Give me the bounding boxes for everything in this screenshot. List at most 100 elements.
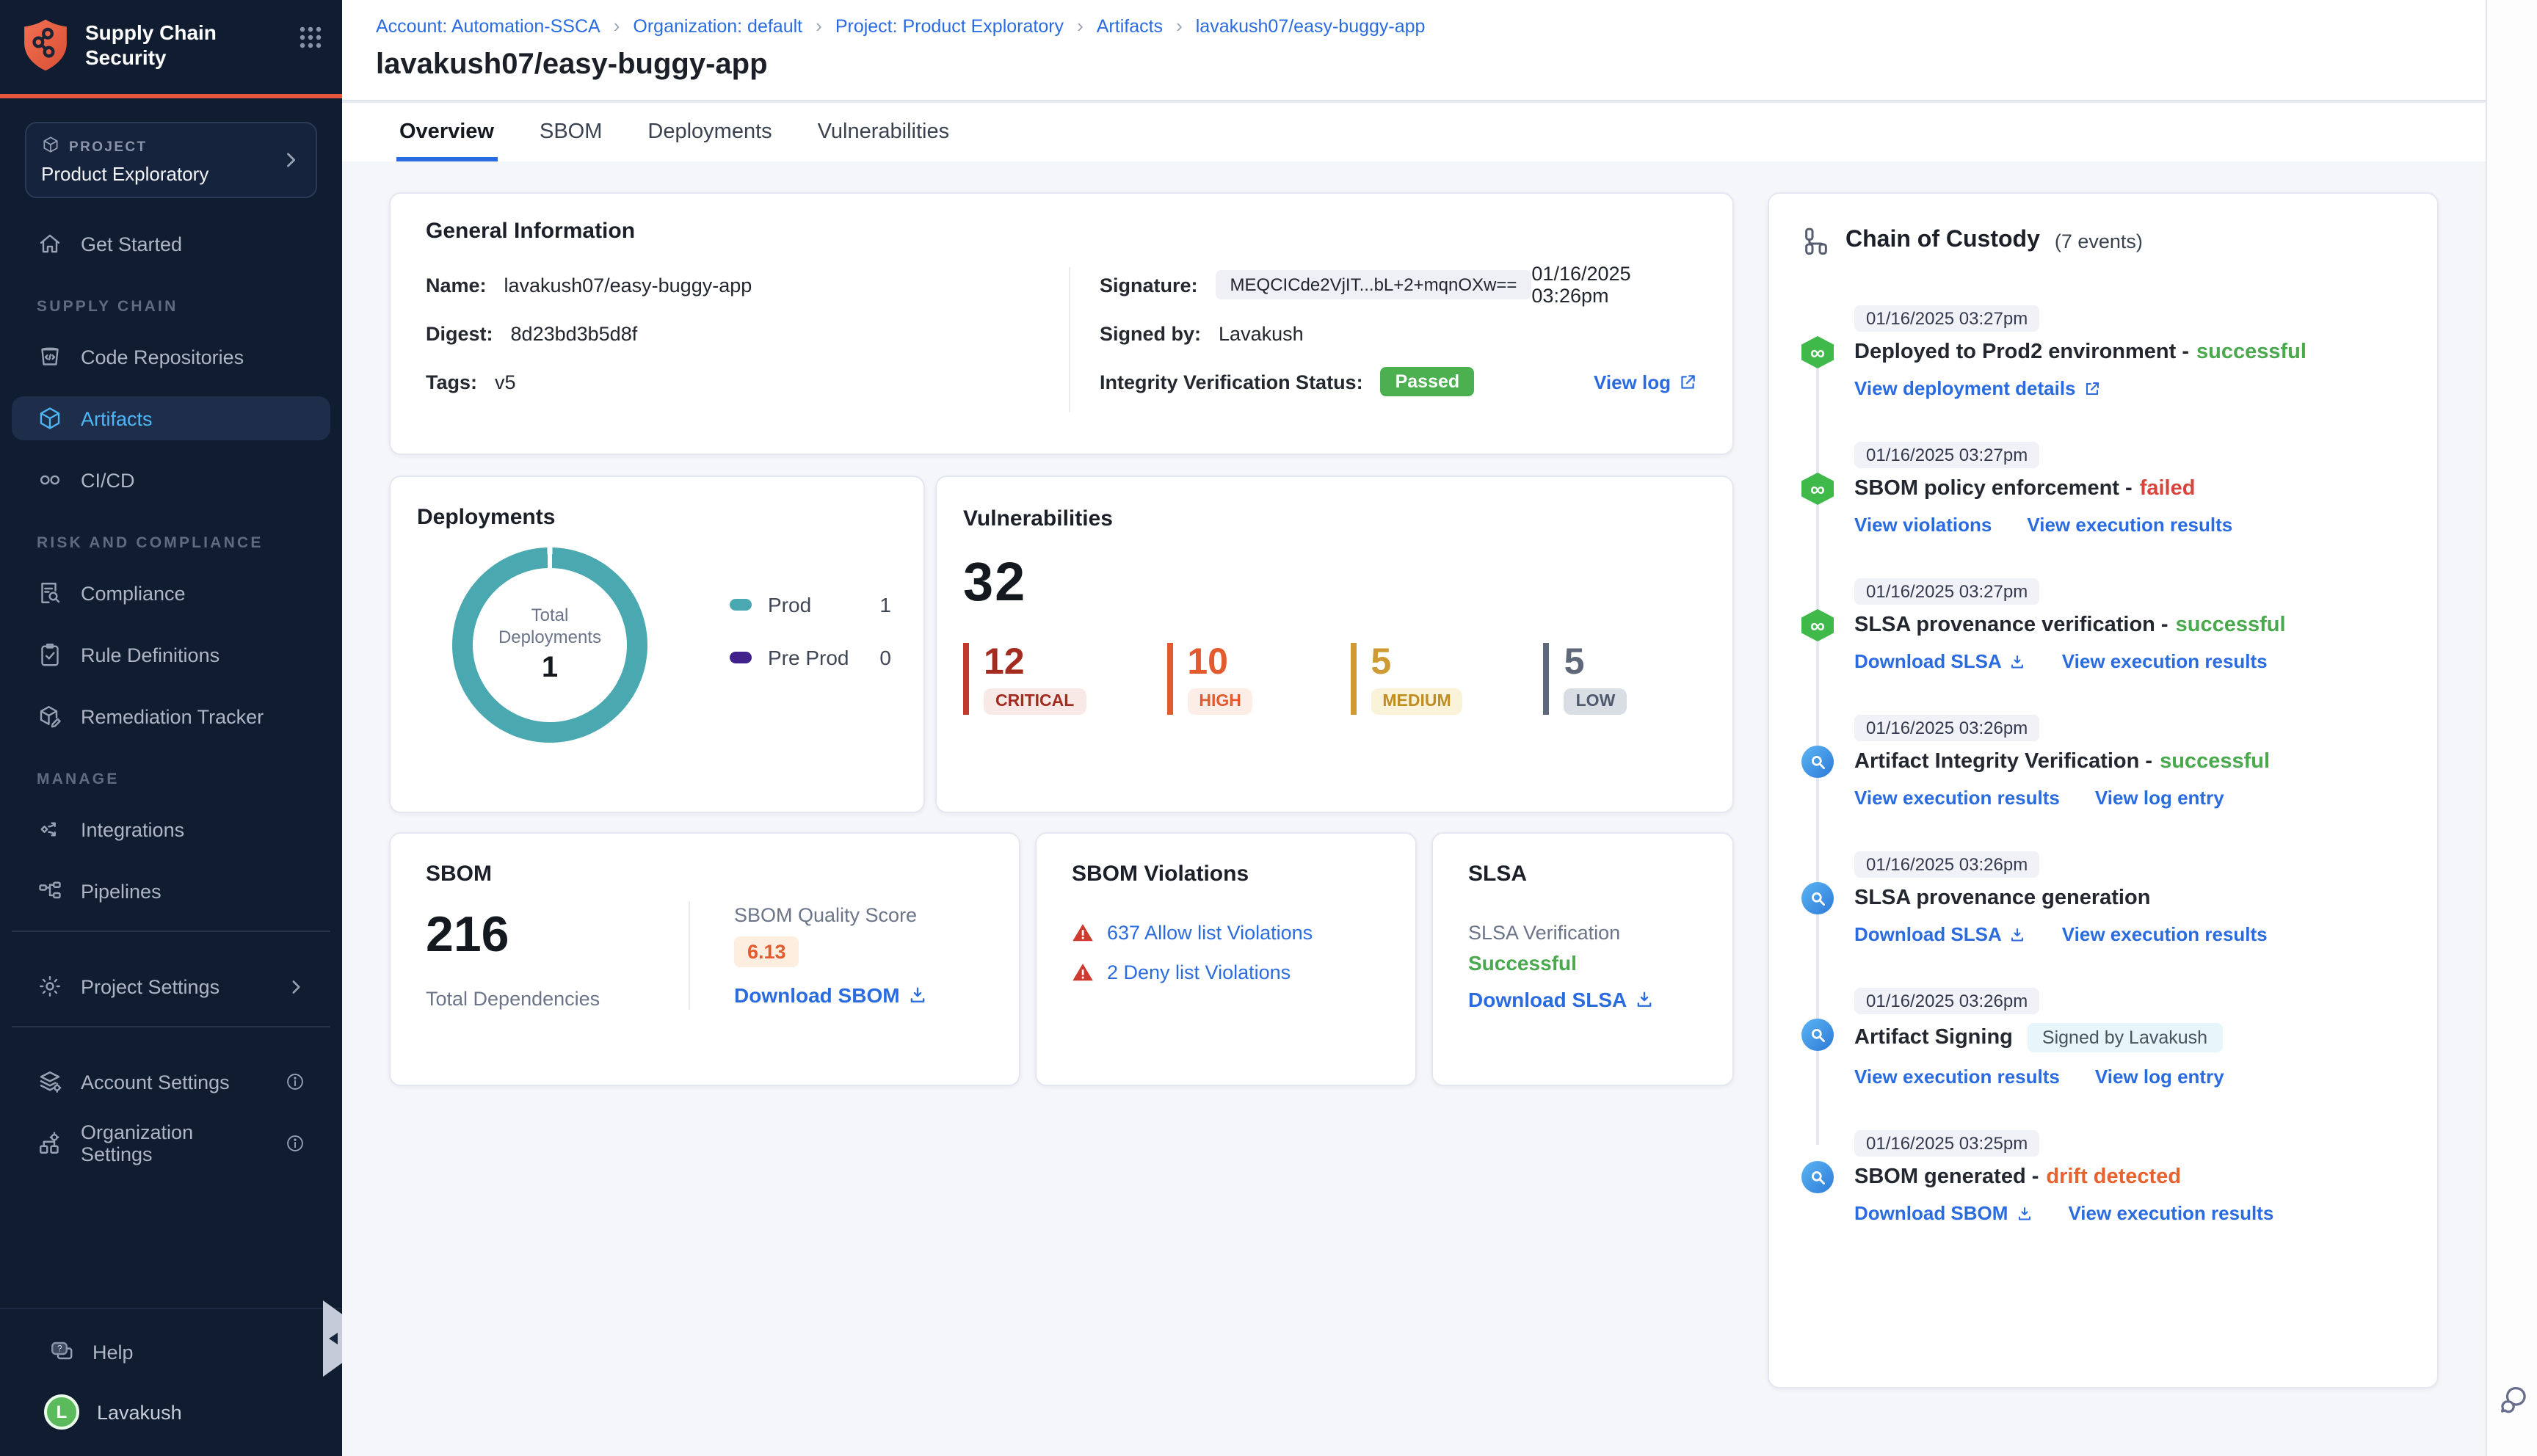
vulnerabilities-total: 32	[963, 552, 1027, 612]
event-deployed-prod2: ∞ 01/16/2025 03:27pm Deployed to Prod2 e…	[1801, 305, 2405, 399]
general-information-card: General Information Name: lavakush07/eas…	[389, 192, 1734, 455]
event-title: Artifact Integrity Verification -	[1854, 750, 2153, 774]
view-log-entry-link[interactable]: View log entry	[2095, 1066, 2224, 1088]
scan-icon	[1801, 1161, 1834, 1193]
event-status: successful	[2160, 750, 2271, 774]
chevron-right-icon	[286, 977, 305, 996]
view-execution-results-link[interactable]: View execution results	[2068, 1202, 2273, 1224]
allow-list-violations-row: 637 Allow list Violations	[1072, 922, 1380, 944]
chain-of-custody-panel: Chain of Custody (7 events) ∞ 01/16/2025…	[1768, 192, 2439, 1388]
tab-overview[interactable]: Overview	[396, 103, 497, 161]
app-grid-icon[interactable]	[300, 26, 322, 56]
integrity-status-label: Integrity Verification Status:	[1100, 371, 1363, 393]
tags-label: Tags:	[426, 371, 478, 393]
download-slsa-link[interactable]: Download SLSA	[1468, 988, 1655, 1011]
medium-count: 5	[1371, 641, 1392, 682]
sidebar-item-integrations[interactable]: Integrations	[12, 807, 330, 851]
breadcrumb: Account: Automation-SSCA Organization: d…	[342, 0, 2486, 37]
sidebar-item-account-settings[interactable]: Account Settings	[12, 1060, 330, 1104]
sbom-violations-title: SBOM Violations	[1072, 862, 1249, 887]
avatar: L	[44, 1394, 79, 1430]
sidebar-item-get-started[interactable]: Get Started	[12, 222, 330, 266]
view-execution-results-link[interactable]: View execution results	[1854, 1066, 2060, 1088]
breadcrumb-artifacts[interactable]: Artifacts	[1064, 15, 1163, 37]
breadcrumb-artifact-name[interactable]: lavakush07/easy-buggy-app	[1163, 15, 1426, 37]
severity-high: 10 HIGH	[1166, 643, 1269, 715]
content: General Information Name: lavakush07/eas…	[342, 161, 2486, 1388]
view-log-entry-link[interactable]: View log entry	[2095, 787, 2224, 809]
view-execution-results-link[interactable]: View execution results	[2062, 923, 2268, 945]
event-timestamp: 01/16/2025 03:25pm	[1854, 1130, 2040, 1157]
download-slsa-link[interactable]: Download SLSA	[1854, 650, 2027, 672]
slsa-verification-label: SLSA Verification	[1468, 922, 1621, 944]
sidebar-accent-bar	[0, 94, 342, 98]
sidebar-item-compliance[interactable]: Compliance	[12, 571, 330, 615]
view-execution-results-link[interactable]: View execution results	[1854, 787, 2060, 809]
chevron-right-icon	[280, 150, 301, 170]
view-deployment-details-link[interactable]: View deployment details	[1854, 377, 2101, 399]
high-badge: HIGH	[1187, 688, 1253, 715]
sidebar-item-rule-definitions[interactable]: Rule Definitions	[12, 633, 330, 677]
user-menu[interactable]: L Lavakush	[23, 1394, 319, 1430]
event-sbom-policy-enforcement: ∞ 01/16/2025 03:27pm SBOM policy enforce…	[1801, 442, 2405, 536]
breadcrumb-account[interactable]: Account: Automation-SSCA	[376, 15, 600, 36]
chain-of-custody-count: (7 events)	[2054, 230, 2143, 252]
page-title: lavakush07/easy-buggy-app	[376, 48, 768, 81]
status-badge: Passed	[1380, 367, 1475, 396]
tab-sbom[interactable]: SBOM	[537, 103, 605, 161]
view-log-link[interactable]: View log	[1594, 371, 1697, 393]
view-violations-link[interactable]: View violations	[1854, 514, 1992, 536]
sidebar-item-organization-settings[interactable]: Organization Settings	[12, 1121, 330, 1165]
sidebar-item-pipelines[interactable]: Pipelines	[12, 869, 330, 913]
project-selector[interactable]: PROJECT Product Exploratory	[25, 122, 317, 198]
sidebar-section-risk: RISK AND COMPLIANCE	[37, 534, 264, 552]
info-icon[interactable]	[285, 1071, 305, 1092]
download-slsa-link[interactable]: Download SLSA	[1854, 923, 2027, 945]
breadcrumb-organization[interactable]: Organization: default	[600, 15, 802, 37]
right-rail	[2486, 0, 2537, 1456]
breadcrumb-project[interactable]: Project: Product Exploratory	[802, 15, 1064, 37]
download-icon	[1637, 991, 1652, 1007]
tab-vulnerabilities[interactable]: Vulnerabilities	[815, 103, 952, 161]
legend-prod-value: 1	[879, 592, 891, 616]
download-sbom-link[interactable]: Download SBOM	[1854, 1202, 2033, 1224]
deny-list-violations-link[interactable]: 2 Deny list Violations	[1107, 961, 1291, 983]
download-icon	[2011, 928, 2024, 941]
pipeline-icon: ∞	[1801, 609, 1834, 641]
sidebar-item-project-settings[interactable]: Project Settings	[12, 964, 330, 1008]
event-title: SBOM generated -	[1854, 1165, 2039, 1189]
sidebar-item-code-repositories[interactable]: Code Repositories	[12, 335, 330, 379]
view-execution-results-link[interactable]: View execution results	[2062, 650, 2268, 672]
sbom-card: SBOM 216 Total Dependencies SBOM Quality…	[389, 832, 1020, 1086]
allow-list-violations-link[interactable]: 637 Allow list Violations	[1107, 922, 1313, 944]
sidebar-item-artifacts[interactable]: Artifacts	[12, 396, 330, 440]
event-artifact-signing: 01/16/2025 03:26pm Artifact Signing Sign…	[1801, 988, 2405, 1088]
severity-low: 5 LOW	[1543, 643, 1647, 715]
supply-chain-security-logo-icon	[21, 18, 70, 81]
slsa-verification-status: Successful	[1468, 951, 1577, 975]
sidebar-item-remediation-tracker[interactable]: Remediation Tracker	[12, 694, 330, 738]
deny-list-violations-row: 2 Deny list Violations	[1072, 961, 1380, 983]
sidebar-item-cicd[interactable]: CI/CD	[12, 458, 330, 502]
download-icon	[2011, 655, 2024, 668]
critical-badge: CRITICAL	[984, 688, 1086, 715]
sbom-quality-score-label: SBOM Quality Score	[734, 904, 918, 926]
event-sbom-generated: 01/16/2025 03:25pm SBOM generated - drif…	[1801, 1130, 2405, 1224]
signature-value[interactable]: MEQCICde2VjIT...bL+2+mqnOXw==	[1215, 270, 1532, 299]
sbom-total-label: Total Dependencies	[426, 988, 600, 1010]
download-sbom-link[interactable]: Download SBOM	[734, 983, 928, 1007]
event-slsa-provenance-verification: ∞ 01/16/2025 03:27pm SLSA provenance ver…	[1801, 578, 2405, 672]
event-status: drift detected	[2046, 1165, 2182, 1189]
sidebar-item-help[interactable]: ? Help	[23, 1330, 319, 1374]
critical-count: 12	[984, 641, 1025, 682]
tab-deployments[interactable]: Deployments	[645, 103, 774, 161]
event-title: SLSA provenance generation	[1854, 887, 2151, 910]
view-execution-results-link[interactable]: View execution results	[2027, 514, 2232, 536]
sidebar-divider	[12, 1026, 330, 1027]
tabs: Overview SBOM Deployments Vulnerabilitie…	[342, 101, 2486, 161]
event-timestamp: 01/16/2025 03:26pm	[1854, 715, 2040, 741]
vulnerabilities-title: Vulnerabilities	[963, 506, 1113, 531]
feedback-chat-icon[interactable]	[2496, 1383, 2530, 1424]
artifact-name-value: lavakush07/easy-buggy-app	[504, 274, 752, 296]
info-icon[interactable]	[285, 1133, 305, 1154]
